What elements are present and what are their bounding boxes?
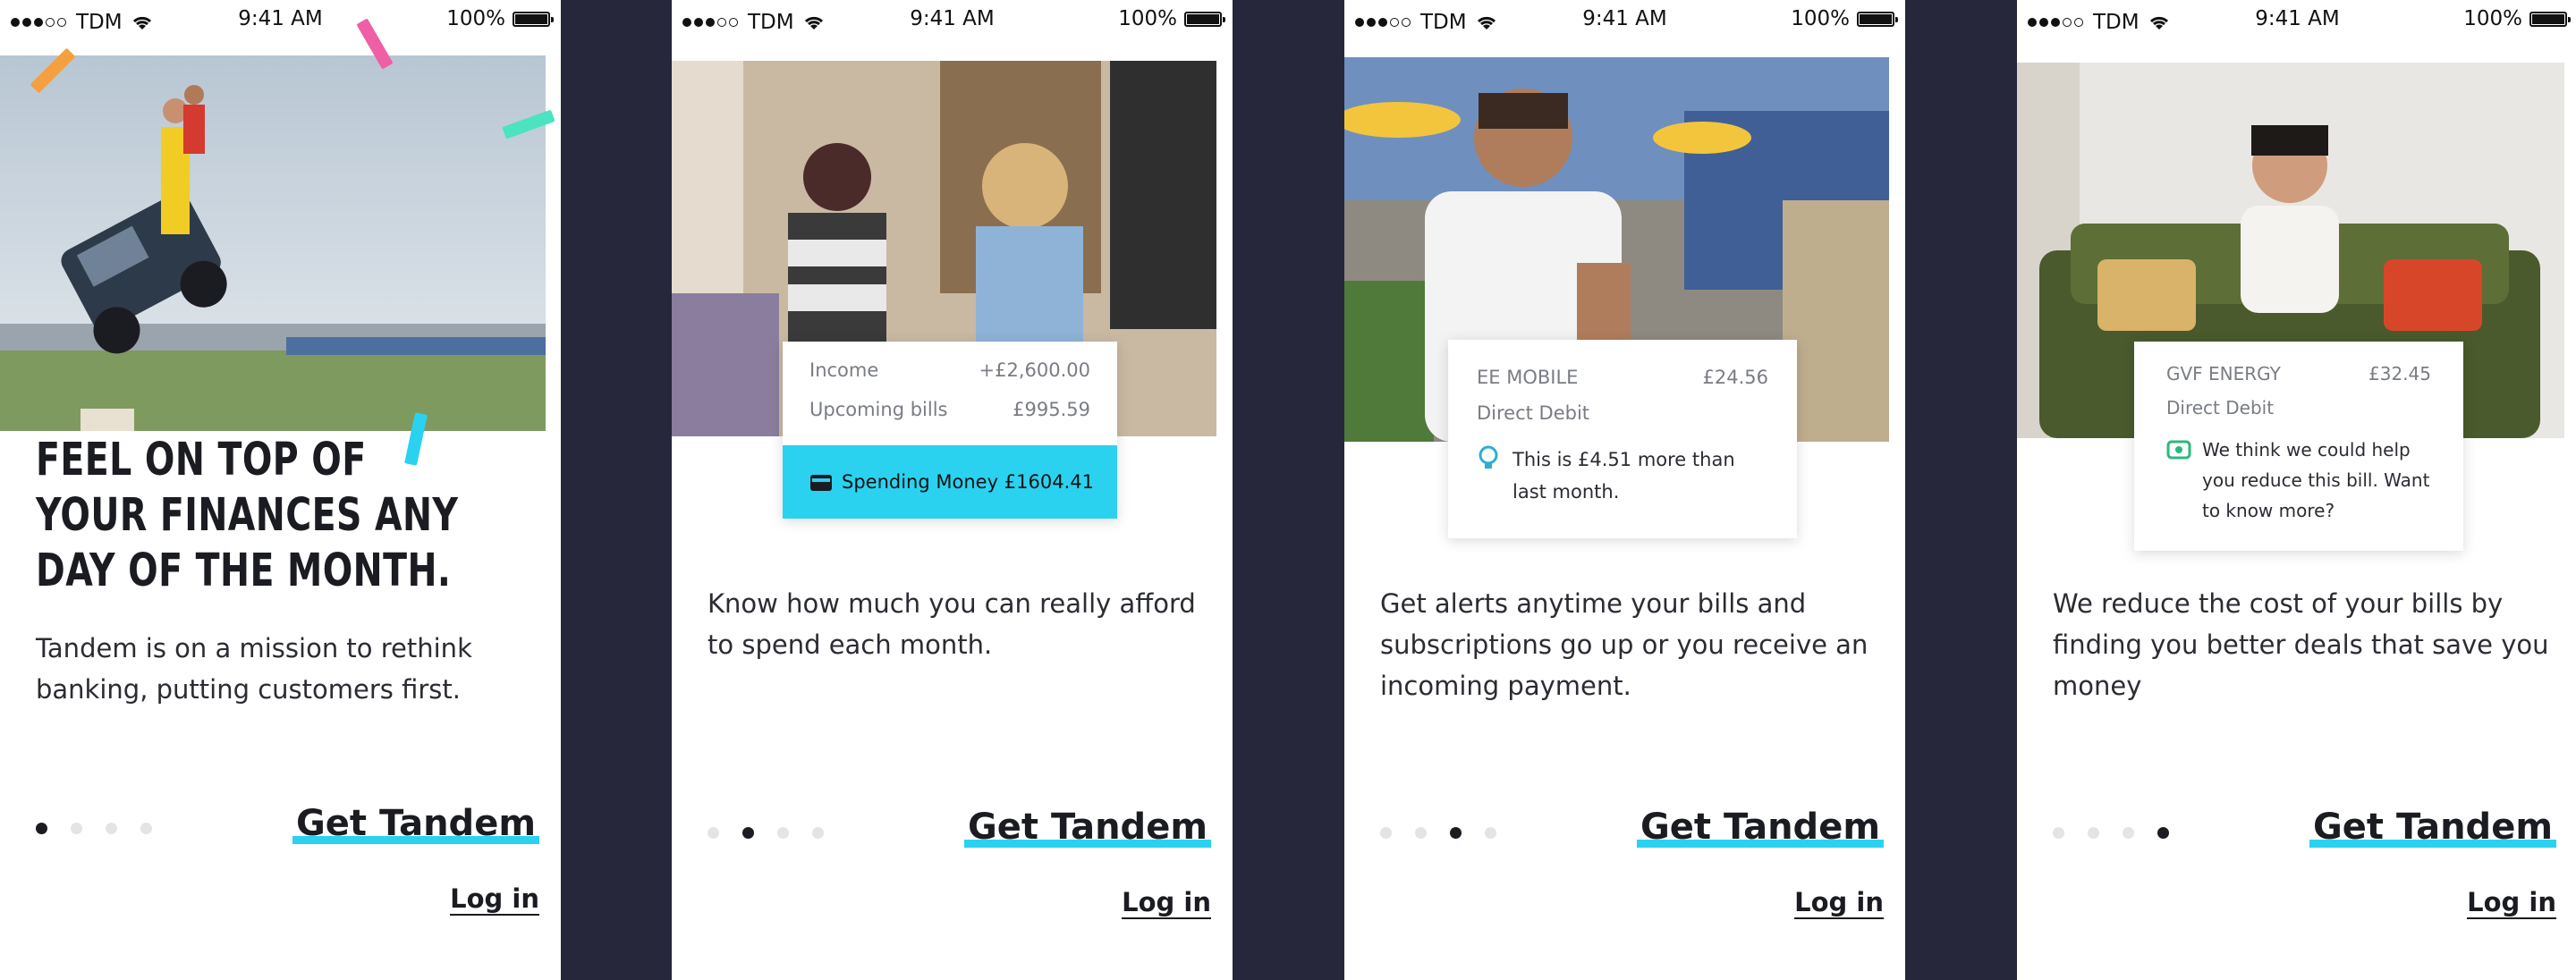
- balance-card: Income +£2,600.00 Upcoming bills £995.59…: [783, 342, 1117, 519]
- description: Get alerts anytime your bills and subscr…: [1380, 588, 1868, 701]
- page-indicator[interactable]: [36, 823, 175, 834]
- page-indicator[interactable]: [708, 827, 847, 839]
- page-dot[interactable]: [2088, 827, 2099, 839]
- spending-money-bar: Spending Money £1604.41: [783, 445, 1117, 519]
- get-tandem-button[interactable]: Get Tandem: [1636, 807, 1884, 848]
- spending-money-value: £1604.41: [1004, 471, 1094, 493]
- page-dot[interactable]: [812, 827, 824, 839]
- onboarding-screen-3: TDM 9:41 AM 100% EE MOBILE £24.56 Direct…: [1344, 0, 1905, 980]
- page-dot[interactable]: [2157, 827, 2169, 839]
- page-dot[interactable]: [742, 827, 754, 839]
- login-link[interactable]: Log in: [1794, 887, 1884, 919]
- wallet-icon: [810, 475, 832, 491]
- battery-icon: [2529, 11, 2571, 27]
- bills-value: £995.59: [1013, 399, 1090, 420]
- battery-percent: 100%: [2463, 7, 2522, 30]
- battery-icon: [513, 11, 554, 27]
- status-bar: TDM 9:41 AM 100%: [2017, 0, 2576, 39]
- battery-percent: 100%: [1118, 7, 1177, 30]
- description: Tandem is on a mission to rethink bankin…: [36, 633, 472, 705]
- payment-type: Direct Debit: [1477, 402, 1590, 424]
- get-tandem-button[interactable]: Get Tandem: [292, 803, 539, 844]
- bill-amount: £24.56: [1702, 367, 1768, 388]
- status-bar: TDM 9:41 AM 100%: [672, 0, 1233, 39]
- battery-percent: 100%: [1791, 7, 1850, 30]
- alert-message: This is £4.51 more than last month.: [1513, 449, 1735, 503]
- merchant-name: GVF ENERGY: [2166, 363, 2281, 384]
- onboarding-screen-2: TDM 9:41 AM 100% Income +£2,600.00 Upcom…: [672, 0, 1233, 980]
- login-link[interactable]: Log in: [1122, 887, 1211, 919]
- battery-status: 100%: [1791, 7, 1898, 30]
- page-dot[interactable]: [106, 823, 117, 834]
- hero-photo-stunt: [0, 55, 546, 431]
- login-link[interactable]: Log in: [2467, 887, 2556, 919]
- savings-card: GVF ENERGY £32.45 Direct Debit We think …: [2134, 342, 2463, 551]
- battery-percent: 100%: [446, 7, 505, 30]
- onboarding-screen-4: TDM 9:41 AM 100% GVF ENERGY £32.45 Direc…: [2017, 0, 2576, 980]
- page-dot[interactable]: [71, 823, 82, 834]
- get-tandem-button[interactable]: Get Tandem: [2309, 807, 2556, 848]
- lightbulb-icon: [1479, 445, 1498, 469]
- alert-message: We think we could help you reduce this b…: [2202, 439, 2430, 521]
- page-dot[interactable]: [1485, 827, 1496, 839]
- page-dot[interactable]: [2053, 827, 2064, 839]
- bill-amount: £32.45: [2368, 363, 2431, 384]
- battery-status: 100%: [2463, 7, 2571, 30]
- battery-status: 100%: [1118, 7, 1225, 30]
- page-indicator[interactable]: [2053, 827, 2192, 839]
- battery-icon: [1857, 11, 1898, 27]
- headline: FEEL ON TOP OF YOUR FINANCES ANY DAY OF …: [36, 434, 459, 597]
- battery-icon: [1184, 11, 1225, 27]
- page-dot[interactable]: [777, 827, 789, 839]
- page-dot[interactable]: [1380, 827, 1392, 839]
- page-indicator[interactable]: [1380, 827, 1520, 839]
- login-link[interactable]: Log in: [450, 883, 539, 916]
- merchant-name: EE MOBILE: [1477, 367, 1579, 388]
- page-dot[interactable]: [140, 823, 152, 834]
- page-dot[interactable]: [1415, 827, 1427, 839]
- status-bar: TDM 9:41 AM 100%: [1344, 0, 1905, 39]
- status-bar: TDM 9:41 AM 100%: [0, 0, 561, 39]
- battery-status: 100%: [446, 7, 554, 30]
- bill-alert-card: EE MOBILE £24.56 Direct Debit This is £4…: [1448, 340, 1797, 538]
- page-dot[interactable]: [708, 827, 719, 839]
- get-tandem-button[interactable]: Get Tandem: [963, 807, 1211, 848]
- page-dot[interactable]: [1450, 827, 1462, 839]
- income-value: +£2,600.00: [979, 359, 1090, 381]
- spending-money-label: Spending Money: [842, 471, 998, 493]
- page-dot[interactable]: [2123, 827, 2134, 839]
- description: Know how much you can really afford to s…: [708, 588, 1196, 660]
- savings-icon: [2166, 440, 2191, 460]
- payment-type: Direct Debit: [2166, 397, 2275, 418]
- income-label: Income: [809, 359, 879, 381]
- page-dot[interactable]: [36, 823, 47, 834]
- onboarding-screen-1: TDM 9:41 AM 100% FEEL ON TOP OF YOUR FIN…: [0, 0, 561, 980]
- bills-label: Upcoming bills: [809, 399, 948, 420]
- description: We reduce the cost of your bills by find…: [2053, 588, 2549, 701]
